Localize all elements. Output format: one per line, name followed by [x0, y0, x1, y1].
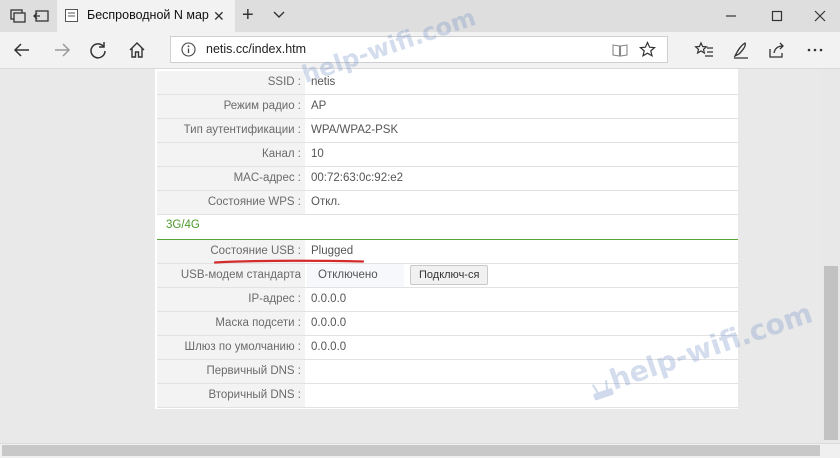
wps-label: Состояние WPS : — [157, 191, 305, 214]
gateway-value: 0.0.0.0 — [311, 341, 347, 353]
chevron-down-icon[interactable] — [272, 8, 286, 22]
ip-label: IP-адрес : — [157, 288, 305, 311]
mask-row: Маска подсети : 0.0.0.0 — [157, 312, 738, 336]
horizontal-scroll-thumb[interactable] — [2, 445, 820, 456]
auth-type-label: Тип аутентификации : — [157, 119, 305, 142]
mac-value: 00:72:63:0c:92:e2 — [311, 172, 404, 184]
share-icon[interactable] — [767, 40, 787, 60]
favorites-hub-icon[interactable] — [694, 40, 714, 60]
navigation-bar: netis.cc/index.htm — [0, 32, 840, 69]
tab-bar: Беспроводной N марш ✕ + — [0, 0, 840, 32]
gateway-row: Шлюз по умолчанию : 0.0.0.0 — [157, 336, 738, 360]
minimize-icon[interactable] — [722, 7, 740, 25]
set-aside-tabs-icon[interactable] — [33, 7, 51, 25]
tab-title: Беспроводной N марш — [87, 8, 209, 22]
usb-modem-label: USB-модем стандарта — [157, 264, 305, 287]
close-window-icon[interactable] — [811, 7, 829, 25]
mask-label: Маска подсети : — [157, 312, 305, 335]
ip-row: IP-адрес : 0.0.0.0 — [157, 288, 738, 312]
radio-mode-value: AP — [311, 100, 327, 112]
channel-value: 10 — [311, 148, 324, 160]
star-icon[interactable] — [639, 41, 656, 58]
vertical-scroll-thumb[interactable] — [824, 266, 838, 440]
maximize-icon[interactable] — [768, 7, 786, 25]
ssid-row: SSID : netis — [157, 71, 738, 95]
pen-icon[interactable] — [731, 40, 751, 60]
forward-icon[interactable] — [52, 40, 72, 60]
dns1-row: Первичный DNS : — [157, 360, 738, 384]
tab-preview-icon[interactable] — [9, 7, 27, 25]
wps-row: Состояние WPS : Откл. — [157, 191, 738, 215]
more-icon[interactable] — [805, 40, 825, 60]
channel-row: Канал : 10 — [157, 143, 738, 167]
new-tab-icon[interactable]: + — [242, 4, 254, 26]
channel-label: Канал : — [157, 143, 305, 166]
tab-close-icon[interactable]: ✕ — [213, 8, 225, 24]
back-icon[interactable] — [12, 40, 32, 60]
gateway-label: Шлюз по умолчанию : — [157, 336, 305, 359]
mask-value: 0.0.0.0 — [311, 317, 347, 329]
radio-mode-row: Режим радио : AP — [157, 95, 738, 119]
annotation-underline — [214, 259, 364, 264]
dns1-label: Первичный DNS : — [157, 360, 305, 383]
auth-type-row: Тип аутентификации : WPA/WPA2-PSK — [157, 119, 738, 143]
section-header-3g4g: 3G/4G — [157, 214, 738, 240]
connect-button[interactable]: Подключ-ся — [410, 265, 489, 285]
refresh-icon[interactable] — [88, 40, 108, 60]
usb-modem-value: Отключено — [318, 269, 378, 281]
auth-type-value: WPA/WPA2-PSK — [311, 124, 399, 136]
page-favicon — [65, 9, 78, 22]
dns2-row: Вторичный DNS : — [157, 384, 738, 408]
mac-row: MAC-адрес : 00:72:63:0c:92:e2 — [157, 167, 738, 191]
address-bar[interactable]: netis.cc/index.htm — [170, 36, 668, 63]
dns2-label: Вторичный DNS : — [157, 384, 305, 407]
url-text: netis.cc/index.htm — [206, 42, 307, 56]
radio-mode-label: Режим радио : — [157, 95, 305, 118]
tab-active[interactable]: Беспроводной N марш ✕ — [57, 0, 235, 32]
home-icon[interactable] — [127, 40, 147, 60]
usb-modem-row: USB-модем стандарта Отключено Подключ-ся — [157, 264, 738, 288]
ssid-label: SSID : — [157, 71, 305, 94]
page-content: SSID : netis Режим радио : AP Тип аутент… — [0, 69, 822, 443]
ip-value: 0.0.0.0 — [311, 293, 347, 305]
status-panel: SSID : netis Режим радио : AP Тип аутент… — [155, 69, 738, 409]
ssid-value: netis — [311, 76, 336, 88]
reading-view-icon[interactable] — [612, 42, 628, 58]
section-title: 3G/4G — [166, 219, 200, 231]
site-info-icon[interactable] — [181, 42, 196, 57]
wps-value: Откл. — [311, 196, 341, 208]
mac-label: MAC-адрес : — [157, 167, 305, 190]
